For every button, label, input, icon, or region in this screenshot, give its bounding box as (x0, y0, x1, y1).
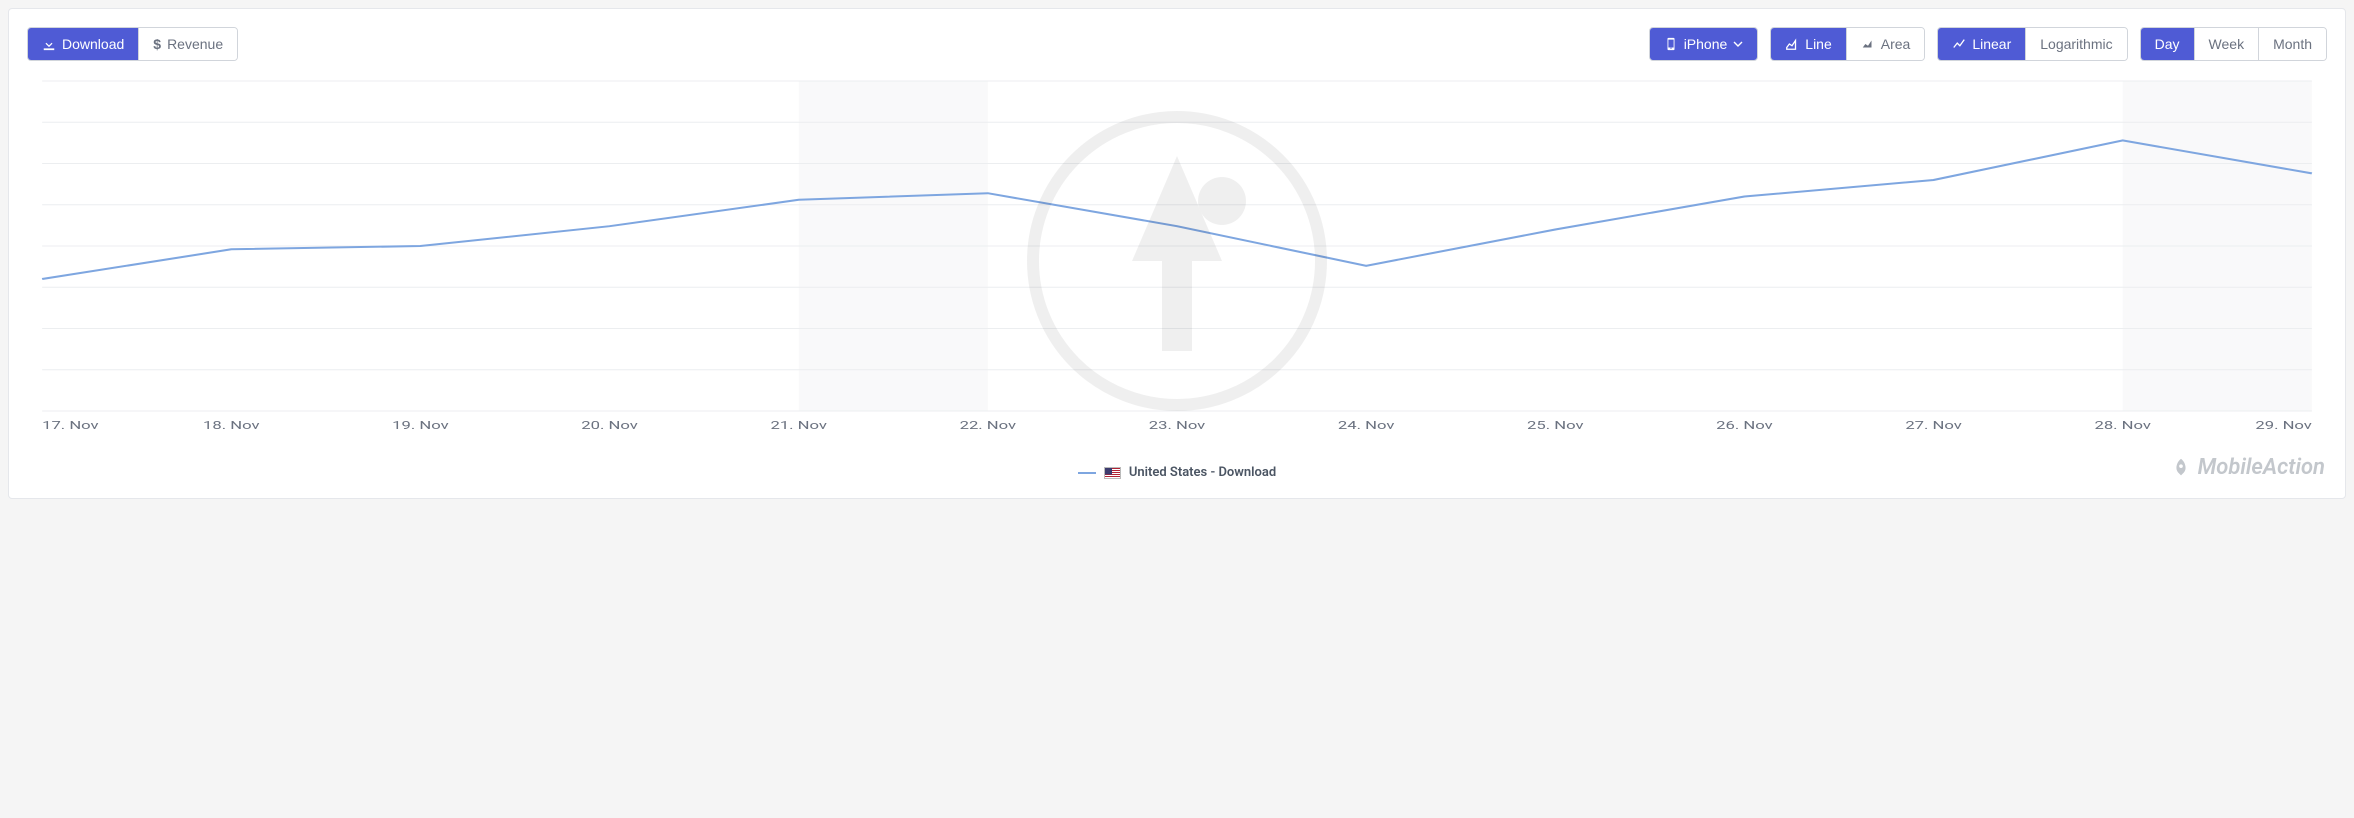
scale-group: Linear Logarithmic (1937, 27, 2127, 61)
month-button[interactable]: Month (2259, 28, 2326, 60)
revenue-button[interactable]: $ Revenue (139, 28, 237, 60)
week-label: Week (2209, 36, 2245, 52)
x-tick: 29. Nov (2255, 420, 2312, 432)
revenue-label: Revenue (167, 36, 223, 52)
line-chart-icon (1785, 37, 1799, 51)
legend: United States - Download (27, 465, 2327, 480)
device-select[interactable]: iPhone (1650, 28, 1758, 60)
area-button[interactable]: Area (1847, 28, 1925, 60)
x-tick: 17. Nov (42, 420, 99, 432)
x-tick: 27. Nov (1905, 420, 1962, 432)
download-label: Download (62, 36, 124, 52)
trend-icon (1952, 37, 1966, 51)
day-button[interactable]: Day (2141, 28, 2195, 60)
log-button[interactable]: Logarithmic (2026, 28, 2126, 60)
legend-label: United States - Download (1129, 465, 1276, 480)
toolbar-left: Download $ Revenue (27, 27, 238, 61)
x-tick: 18. Nov (203, 420, 260, 432)
brand-watermark: MobileAction (2170, 455, 2325, 480)
x-tick: 23. Nov (1149, 420, 1206, 432)
area-chart-icon (1861, 37, 1875, 51)
brand-label: MobileAction (2198, 455, 2325, 480)
x-tick: 19. Nov (392, 420, 449, 432)
chart-svg: 17. Nov 18. Nov 19. Nov 20. Nov 21. Nov 22. N… (27, 71, 2327, 451)
x-tick: 24. Nov (1338, 420, 1395, 432)
period-group: Day Week Month (2140, 27, 2327, 61)
linear-button[interactable]: Linear (1938, 28, 2026, 60)
rocket-icon (2170, 457, 2192, 479)
toolbar-right: iPhone Line Area Linear (1649, 27, 2327, 61)
x-tick: 28. Nov (2094, 420, 2151, 432)
x-tick: 25. Nov (1527, 420, 1584, 432)
line-button[interactable]: Line (1771, 28, 1846, 60)
log-label: Logarithmic (2040, 36, 2112, 52)
series-line (42, 140, 2312, 279)
device-label: iPhone (1684, 36, 1728, 52)
x-tick: 22. Nov (960, 420, 1017, 432)
dollar-icon: $ (153, 36, 161, 52)
legend-line (1078, 472, 1096, 474)
week-button[interactable]: Week (2195, 28, 2260, 60)
chevron-down-icon (1733, 39, 1743, 49)
x-tick: 20. Nov (581, 420, 638, 432)
phone-icon (1664, 37, 1678, 51)
device-group: iPhone (1649, 27, 1759, 61)
area-label: Area (1881, 36, 1911, 52)
download-icon (42, 37, 56, 51)
x-tick: 26. Nov (1716, 420, 1773, 432)
month-label: Month (2273, 36, 2312, 52)
x-tick: 21. Nov (770, 420, 827, 432)
download-button[interactable]: Download (28, 28, 139, 60)
line-label: Line (1805, 36, 1831, 52)
us-flag-icon (1104, 467, 1121, 479)
chart-type-group: Line Area (1770, 27, 1925, 61)
chart-area: 17. Nov 18. Nov 19. Nov 20. Nov 21. Nov 22. N… (27, 71, 2327, 451)
linear-label: Linear (1972, 36, 2011, 52)
toolbar: Download $ Revenue iPhone Line (27, 27, 2327, 61)
chart-panel: Download $ Revenue iPhone Line (8, 8, 2346, 499)
metric-group: Download $ Revenue (27, 27, 238, 61)
day-label: Day (2155, 36, 2180, 52)
